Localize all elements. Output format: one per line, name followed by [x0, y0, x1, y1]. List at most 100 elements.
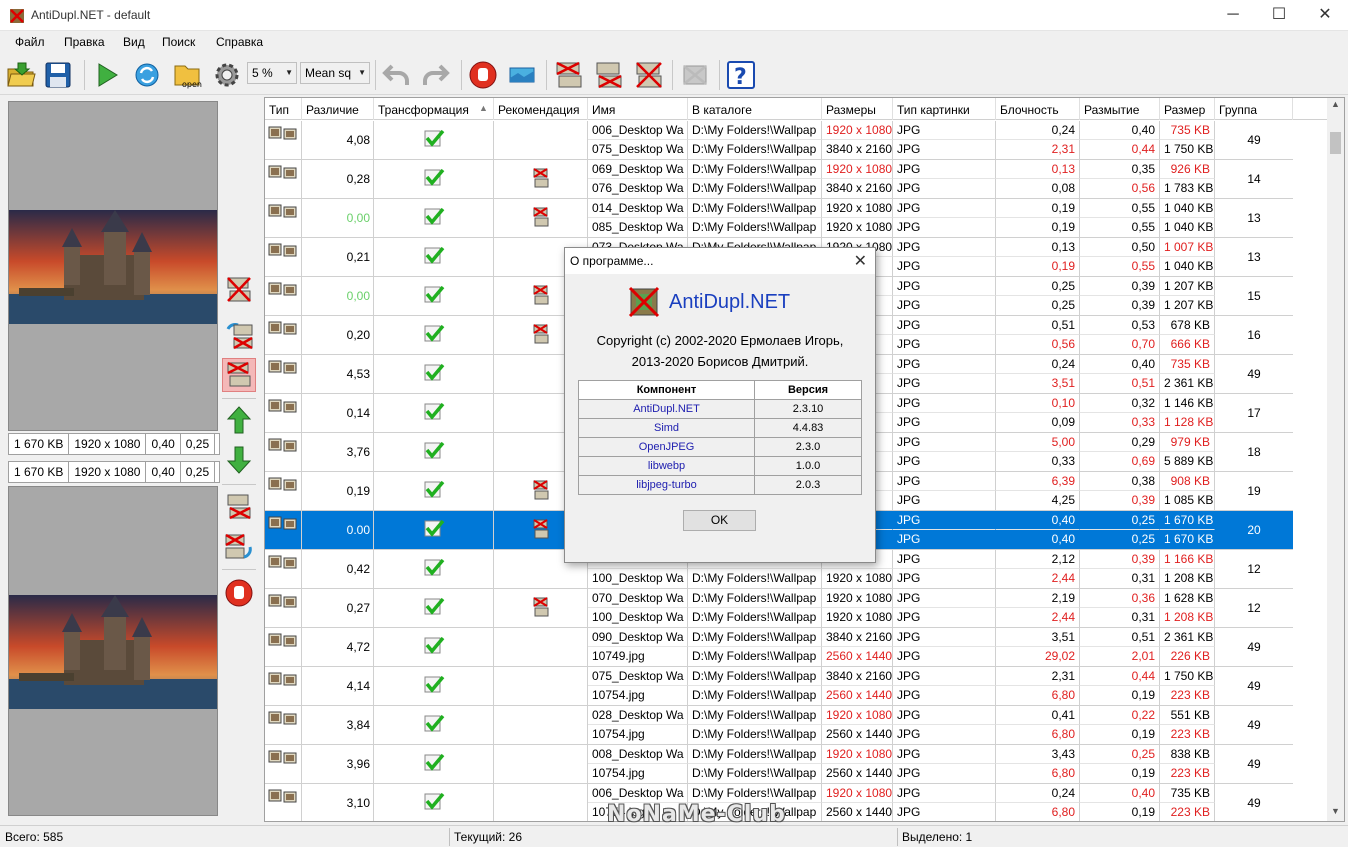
cell-type: JPG [893, 686, 996, 705]
col-size[interactable]: Размер [1160, 98, 1215, 120]
first-image-preview[interactable] [8, 101, 218, 431]
delete-second-action[interactable] [222, 358, 256, 392]
col-blurring[interactable]: Размытие [1080, 98, 1160, 120]
mistake-button[interactable] [678, 58, 712, 92]
rename-second-like-first[interactable] [222, 529, 256, 563]
cell-type: JPG [893, 784, 996, 803]
components-table: Компонент Версия AntiDupl.NET 2.3.10 Simd… [577, 380, 862, 495]
menu-search[interactable]: Поиск [162, 35, 195, 49]
threshold-select[interactable]: 5 % ▼ [247, 62, 297, 84]
col-blockiness[interactable]: Блочность [996, 98, 1080, 120]
menu-help[interactable]: Справка [216, 35, 263, 49]
cell-dir: D:\My Folders!\Wallpap [688, 218, 822, 237]
cell-dir: D:\My Folders!\Wallpap [688, 608, 822, 627]
transformation-cell [374, 433, 494, 472]
view-mode-button[interactable] [505, 58, 539, 92]
checkmark-icon [423, 519, 445, 542]
previous-pair-button[interactable] [222, 403, 256, 437]
col-recommendation[interactable]: Рекомендация [494, 98, 588, 120]
cell-size: 1 750 KB [1160, 140, 1215, 159]
undo-button[interactable] [380, 58, 414, 92]
dialog-close-icon[interactable]: ✕ [854, 251, 867, 271]
next-pair-button[interactable] [222, 443, 256, 477]
scroll-down-icon[interactable]: ▼ [1331, 806, 1340, 816]
delete-both-action[interactable] [222, 273, 256, 307]
cell-blur: 0,19 [1080, 725, 1160, 744]
stop-button[interactable] [466, 58, 500, 92]
second-image-preview[interactable] [8, 486, 218, 816]
refresh-button[interactable] [130, 58, 164, 92]
difference-cell: 0,28 [302, 160, 374, 199]
type-cell [265, 433, 302, 472]
delete-both-button[interactable] [632, 58, 666, 92]
help-button[interactable]: ? [724, 58, 758, 92]
cell-size: 1 628 KB [1160, 589, 1215, 608]
file-size: 1 670 KB [9, 462, 70, 482]
cell-dims: 1920 x 1080 [822, 569, 893, 588]
image-pair-icon [268, 789, 298, 806]
blockiness: 0,40 [146, 434, 181, 454]
difference-value: 0,20 [346, 328, 370, 342]
open-folder-button[interactable] [4, 58, 38, 92]
open-button[interactable]: open [170, 58, 204, 92]
mistake-action[interactable] [222, 576, 256, 610]
table-row[interactable]: 4,08 006_Desktop Wa D:\My Folders!\Wallpap… [265, 121, 1293, 160]
cell-blur: 0,39 [1080, 296, 1160, 315]
save-icon [45, 62, 71, 88]
compare-mode-select[interactable]: Mean sq ▼ [300, 62, 370, 84]
scroll-thumb[interactable] [1330, 132, 1341, 154]
start-search-button[interactable] [90, 58, 124, 92]
table-row[interactable]: 3,84 028_Desktop Wa D:\My Folders!\Wallpap… [265, 706, 1293, 745]
delete-first-button[interactable] [552, 58, 586, 92]
menu-edit[interactable]: Правка [64, 35, 105, 49]
cell-dir: D:\My Folders!\Wallpap [688, 121, 822, 140]
menu-file[interactable]: Файл [15, 35, 45, 49]
col-transformation[interactable]: Трансформация [374, 98, 494, 120]
col-difference[interactable]: Различие [302, 98, 374, 120]
table-row[interactable]: 4,72 090_Desktop Wa D:\My Folders!\Wallpap… [265, 628, 1293, 667]
scroll-up-icon[interactable]: ▲ [1331, 99, 1340, 109]
table-row[interactable]: 3,96 008_Desktop Wa D:\My Folders!\Wallpap… [265, 745, 1293, 784]
cell-name: 014_Desktop Wa [588, 199, 688, 218]
first-image-info: 1 670 KB 1920 x 1080 0,40 0,25 JPG [8, 433, 220, 455]
col-dimensions[interactable]: Размеры [822, 98, 893, 120]
redo-button[interactable] [418, 58, 452, 92]
cell-block: 2,44 [996, 569, 1080, 588]
group-value: 17 [1247, 406, 1261, 420]
col-directory[interactable]: В каталоге [688, 98, 822, 120]
options-button[interactable] [210, 58, 244, 92]
minimize-button[interactable]: ─ [1210, 0, 1256, 31]
rename-first-like-second[interactable] [222, 319, 256, 353]
maximize-button[interactable]: ☐ [1256, 0, 1302, 31]
col-image-type[interactable]: Тип картинки [893, 98, 996, 120]
transformation-cell [374, 550, 494, 589]
toolbar: open 5 % ▼ Mean sq ▼ ? [0, 53, 1348, 95]
col-type[interactable]: Тип [265, 98, 302, 120]
col-name[interactable]: Имя [588, 98, 688, 120]
close-button[interactable]: ✕ [1302, 0, 1348, 31]
dialog-title: О программе... [570, 254, 654, 268]
save-button[interactable] [41, 58, 75, 92]
transformation-cell [374, 355, 494, 394]
cell-size: 1 207 KB [1160, 277, 1215, 296]
difference-value: 0.00 [346, 523, 370, 537]
checkmark-icon [423, 324, 445, 347]
table-row[interactable]: 0,00 014_Desktop Wa D:\My Folders!\Wallpap… [265, 199, 1293, 238]
delete-second-icon [227, 361, 251, 387]
cell-dir: D:\My Folders!\Wallpap [688, 589, 822, 608]
menu-view[interactable]: Вид [123, 35, 145, 49]
delete-second-button[interactable] [592, 58, 626, 92]
checkmark-icon [423, 558, 445, 581]
delete-first-action[interactable] [222, 490, 256, 524]
about-dialog: О программе... ✕ AntiDupl.NET Copyright … [564, 247, 876, 563]
cell-size: 1 670 KB [1160, 511, 1215, 530]
ok-button[interactable]: OK [683, 510, 756, 531]
image-pair-icon [268, 126, 298, 143]
table-row[interactable]: 0,28 069_Desktop Wa D:\My Folders!\Wallpap… [265, 160, 1293, 199]
col-group[interactable]: Группа [1215, 98, 1293, 120]
cell-dims: 1920 x 1080 [822, 745, 893, 764]
vertical-scrollbar[interactable]: ▲ ▼ [1327, 98, 1344, 821]
table-row[interactable]: 4,14 075_Desktop Wa D:\My Folders!\Wallpap… [265, 667, 1293, 706]
table-row[interactable]: 0,27 070_Desktop Wa D:\My Folders!\Wallpap… [265, 589, 1293, 628]
difference-cell: 0,00 [302, 277, 374, 316]
